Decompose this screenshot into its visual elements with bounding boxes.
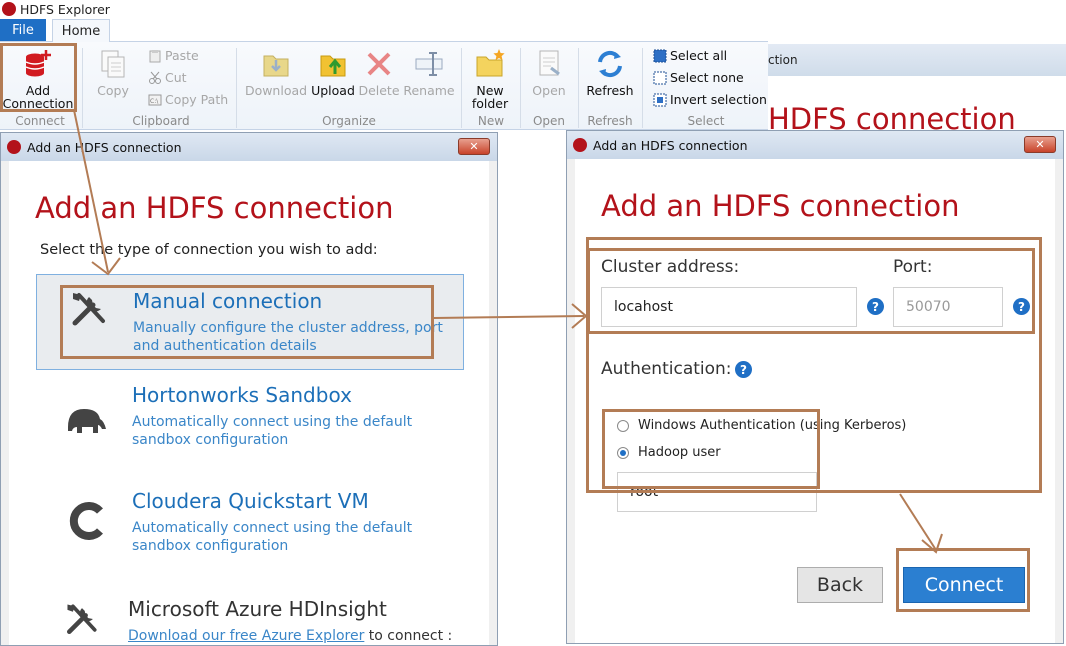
arrow-add-to-manual <box>73 109 109 273</box>
arrow-manual-to-form <box>433 315 585 319</box>
screenshot-stage: HDFS Explorer File Home Add Connection C… <box>0 0 1066 646</box>
tutorial-arrows <box>73 109 943 554</box>
arrow-form-to-connect <box>899 493 937 551</box>
